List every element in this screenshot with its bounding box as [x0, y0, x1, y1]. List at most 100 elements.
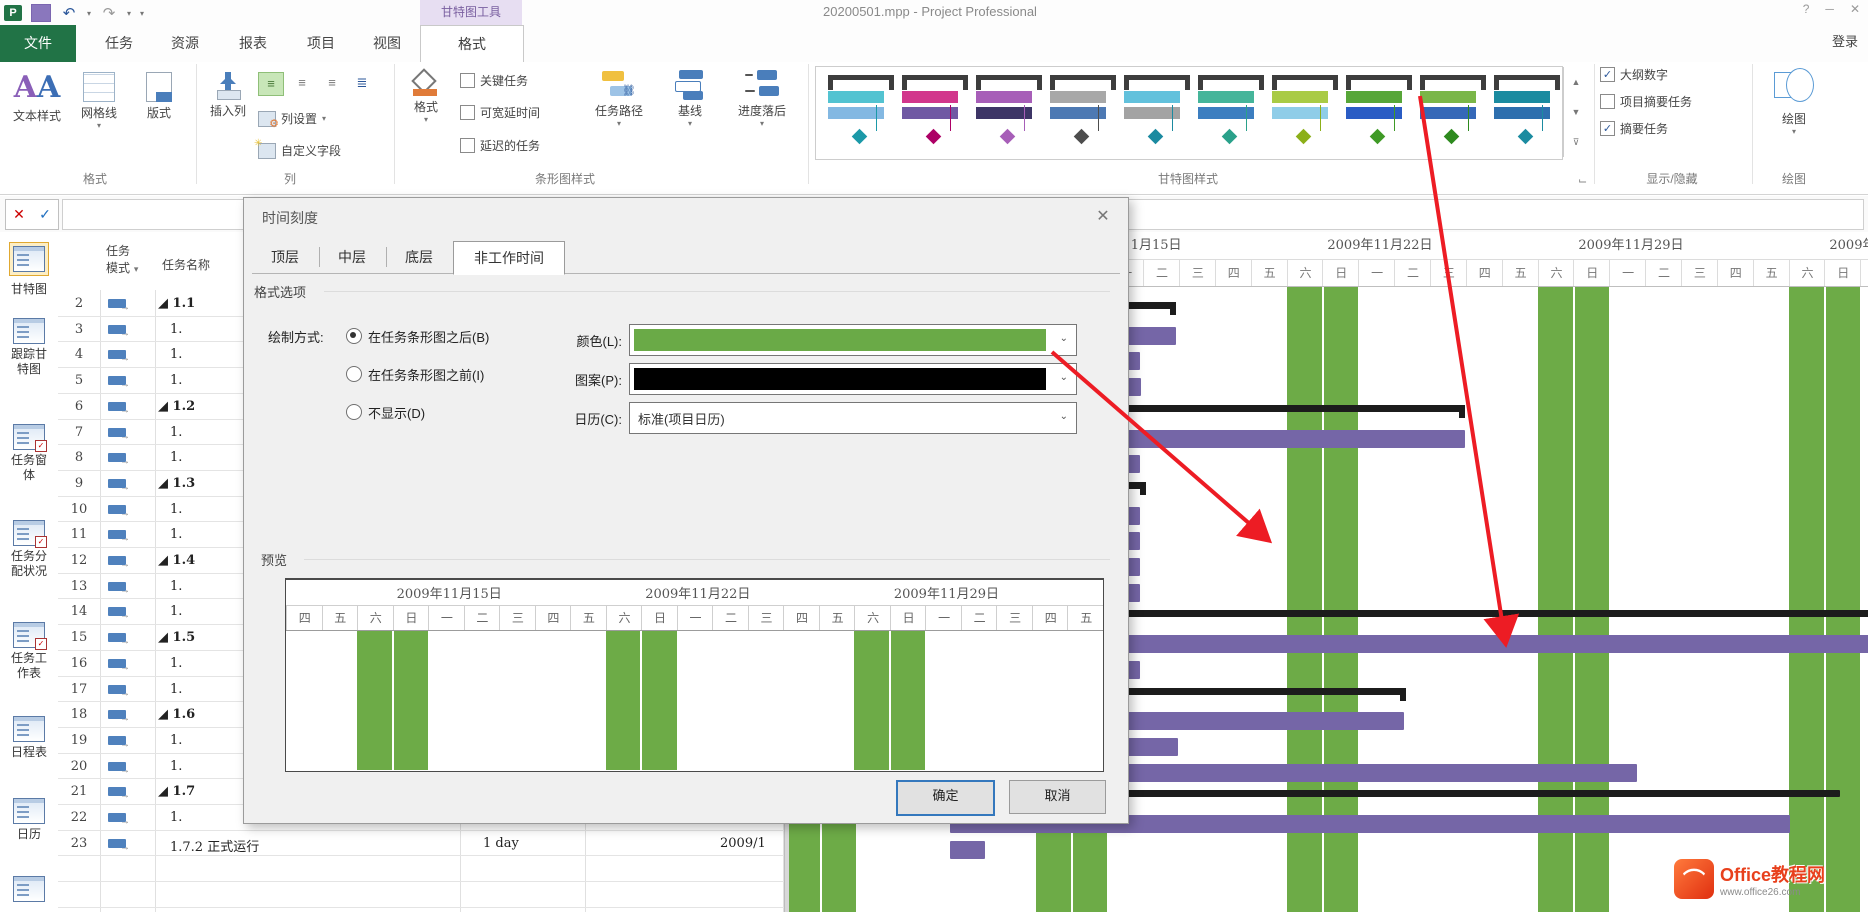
row-number[interactable]: 3	[58, 322, 100, 337]
sidebar-item-甘特图[interactable]: 甘特图	[0, 242, 58, 297]
cancel-button[interactable]: 取消	[1009, 780, 1106, 814]
row-number[interactable]: 12	[58, 553, 100, 568]
sign-in-link[interactable]: 登录	[1832, 31, 1858, 50]
row-number[interactable]: 10	[58, 502, 100, 517]
ok-button[interactable]: 确定	[896, 780, 995, 816]
checkbox-icon[interactable]: ✓	[1600, 67, 1615, 82]
row-number[interactable]: 23	[58, 836, 100, 851]
checkbox-icon[interactable]	[460, 105, 475, 120]
sidebar-item-日历[interactable]: 日历	[0, 798, 58, 842]
gantt-style-swatch-10[interactable]	[1490, 75, 1556, 151]
insert-column-button[interactable]: 插入列	[202, 70, 254, 119]
dialog-tab-底层[interactable]: 底层	[386, 241, 452, 273]
qat-customize-icon[interactable]: ▾	[140, 9, 144, 18]
check-大纲数字[interactable]: ✓大纲数字	[1600, 66, 1668, 83]
gantt-style-swatch-5[interactable]	[1120, 75, 1186, 151]
sidebar-item-任务窗体[interactable]: ✓任务窗体	[0, 424, 58, 483]
row-number[interactable]: 6	[58, 399, 100, 414]
gallery-scroll-down[interactable]: ▼	[1563, 97, 1588, 128]
select-dropdown[interactable]: 标准(项目日历)⌄	[629, 402, 1077, 434]
tab-任务[interactable]: 任务	[88, 25, 150, 62]
row-number[interactable]: 20	[58, 759, 100, 774]
row-number[interactable]: 4	[58, 347, 100, 362]
checkbox-icon[interactable]	[460, 138, 475, 153]
row-number[interactable]: 2	[58, 296, 100, 311]
row-number[interactable]: 7	[58, 425, 100, 440]
gridlines-button[interactable]: 网格线 ▾	[70, 70, 128, 130]
dialog-close-icon[interactable]: ✕	[1092, 206, 1114, 226]
column-header-task-name[interactable]: 任务名称	[162, 256, 210, 273]
gallery-scroll-up[interactable]: ▲	[1563, 67, 1588, 98]
edit-cancel-icon[interactable]: ✕	[13, 206, 25, 223]
task-path-button[interactable]: ⛓ 任务路径 ▾	[580, 70, 658, 128]
sidebar-item-任务工作表[interactable]: ✓任务工作表	[0, 622, 58, 681]
dialog-tab-非工作时间[interactable]: 非工作时间	[453, 241, 565, 275]
gantt-styles-dialog-launcher[interactable]: ⌙	[1578, 174, 1587, 187]
chevron-down-icon[interactable]: ⌄	[1060, 333, 1068, 344]
column-settings-button[interactable]: ⚙ 列设置▾	[258, 110, 326, 127]
check-可宽延时间[interactable]: 可宽延时间	[460, 104, 540, 121]
row-number[interactable]: 19	[58, 733, 100, 748]
tab-文件[interactable]: 文件	[0, 25, 76, 62]
tab-资源[interactable]: 资源	[154, 25, 216, 62]
color-dropdown[interactable]: ⌄	[629, 324, 1077, 356]
row-number[interactable]: 9	[58, 476, 100, 491]
check-关键任务[interactable]: 关键任务	[460, 72, 528, 89]
gantt-style-swatch-3[interactable]	[972, 75, 1038, 151]
close-window-icon[interactable]: ✕	[1850, 2, 1860, 16]
pattern-dropdown[interactable]: ⌄	[629, 363, 1077, 395]
undo-dropdown-icon[interactable]: ▾	[87, 9, 91, 18]
redo-icon[interactable]: ↷	[100, 5, 118, 21]
dialog-tab-顶层[interactable]: 顶层	[252, 241, 318, 273]
sidebar-item-bottom[interactable]	[0, 876, 58, 902]
tab-报表[interactable]: 报表	[222, 25, 284, 62]
row-number[interactable]: 17	[58, 682, 100, 697]
task-name[interactable]: 1.7.2 正式运行	[170, 836, 410, 855]
row-number[interactable]: 21	[58, 784, 100, 799]
undo-icon[interactable]: ↶	[60, 5, 78, 21]
task-start[interactable]: 2009/1	[720, 836, 784, 851]
radio-在任务条形图之前(I)[interactable]	[346, 366, 362, 382]
tab-视图[interactable]: 视图	[356, 25, 418, 62]
row-number[interactable]: 16	[58, 656, 100, 671]
gantt-style-swatch-1[interactable]	[824, 75, 890, 151]
row-number[interactable]: 18	[58, 707, 100, 722]
drawing-button[interactable]: 绘图 ▾	[1756, 68, 1832, 136]
checkbox-icon[interactable]	[1600, 94, 1615, 109]
text-styles-button[interactable]: AA 文本样式	[6, 70, 68, 124]
align-right-button[interactable]: ≡	[320, 72, 344, 94]
dialog-tab-中层[interactable]: 中层	[319, 241, 385, 273]
task-duration[interactable]: 1 day	[483, 836, 563, 851]
custom-fields-button[interactable]: ✳ 自定义字段	[258, 142, 341, 159]
checkbox-icon[interactable]	[460, 73, 475, 88]
slippage-button[interactable]: 进度落后 ▾	[722, 70, 802, 128]
gantt-style-swatch-6[interactable]	[1194, 75, 1260, 151]
row-number[interactable]: 11	[58, 527, 100, 542]
layout-button[interactable]: 版式	[130, 70, 188, 121]
help-icon[interactable]: ?	[1803, 2, 1810, 16]
gantt-style-swatch-9[interactable]	[1416, 75, 1482, 151]
radio-在任务条形图之后(B)[interactable]	[346, 328, 362, 344]
check-摘要任务[interactable]: ✓摘要任务	[1600, 120, 1668, 137]
gantt-style-swatch-4[interactable]	[1046, 75, 1112, 151]
baseline-button[interactable]: 基线 ▾	[664, 70, 716, 128]
gallery-expand[interactable]: ⊽	[1563, 127, 1588, 157]
radio-不显示(D)[interactable]	[346, 404, 362, 420]
redo-dropdown-icon[interactable]: ▾	[127, 9, 131, 18]
checkbox-icon[interactable]: ✓	[1600, 121, 1615, 136]
gantt-style-swatch-8[interactable]	[1342, 75, 1408, 151]
gantt-style-swatch-2[interactable]	[898, 75, 964, 151]
row-number[interactable]: 5	[58, 373, 100, 388]
gantt-style-swatch-7[interactable]	[1268, 75, 1334, 151]
row-number[interactable]: 14	[58, 604, 100, 619]
row-number[interactable]: 13	[58, 579, 100, 594]
sidebar-item-任务分配状况[interactable]: ✓任务分配状况	[0, 520, 58, 579]
tab-项目[interactable]: 项目	[290, 25, 352, 62]
chevron-down-icon[interactable]: ⌄	[1060, 411, 1068, 422]
check-项目摘要任务[interactable]: 项目摘要任务	[1600, 93, 1692, 110]
column-header-task-mode[interactable]: 任务模式 ▾	[106, 242, 138, 276]
row-number[interactable]: 15	[58, 630, 100, 645]
row-number[interactable]: 22	[58, 810, 100, 825]
wrap-text-button[interactable]: ≣	[350, 72, 374, 94]
sidebar-item-日程表[interactable]: 日程表	[0, 716, 58, 760]
